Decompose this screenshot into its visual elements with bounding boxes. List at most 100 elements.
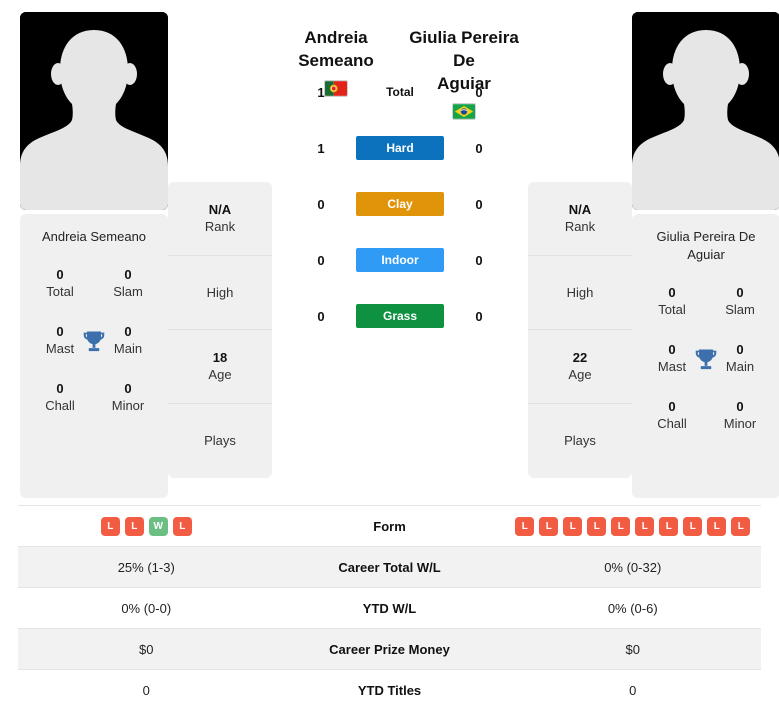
- left-honour-chall-value: 0: [56, 381, 64, 396]
- right-info-plays-label: Plays: [564, 433, 596, 448]
- left-career-prize-money: $0: [139, 641, 154, 657]
- right-info-rank: N/A Rank: [528, 182, 632, 256]
- right-info-rank-label: Rank: [564, 219, 596, 234]
- right-career-total-wl: 0% (0-32): [604, 559, 662, 575]
- trophy-icon-glyph: [695, 349, 717, 370]
- stats-row-form: LLWL Form LLLLLLLLLL: [18, 506, 761, 547]
- left-ytd-titles: 0: [142, 683, 150, 698]
- left-honour-minor: 0 Minor: [94, 380, 162, 415]
- form-badge-l[interactable]: L: [539, 516, 559, 536]
- h2h-row-grass: 0 Grass 0: [310, 302, 490, 330]
- right-honours-grid: 0 Total 0 Slam 0 Mast 0 Main 0 Chall 0 M…: [638, 284, 774, 433]
- left-honour-slam-value: 0: [124, 267, 132, 282]
- h2h-row-hard: 1 Hard 0: [310, 134, 490, 162]
- right-honour-slam-label: Slam: [725, 302, 755, 317]
- form-badge-l[interactable]: L: [659, 516, 679, 536]
- right-info-age-value: 22: [572, 350, 588, 365]
- form-badge-l[interactable]: L: [731, 516, 751, 536]
- right-ytd-titles: 0: [629, 683, 637, 698]
- h2h-hard-label[interactable]: Hard: [356, 136, 444, 160]
- form-badge-l[interactable]: L: [707, 516, 727, 536]
- form-badge-l[interactable]: L: [172, 516, 192, 536]
- left-honour-minor-label: Minor: [111, 398, 145, 413]
- right-info-rank-value: N/A: [568, 202, 592, 217]
- h2h-row-indoor: 0 Indoor 0: [310, 246, 490, 274]
- player-silhouette-icon: [632, 12, 779, 210]
- h2h-row-clay: 0 Clay 0: [310, 190, 490, 218]
- comparison-top-section: Andreia Semeano 0 Total 0 Slam 0 Mast 0 …: [0, 0, 779, 498]
- form-badge-l[interactable]: L: [611, 516, 631, 536]
- left-honour-minor-value: 0: [124, 381, 132, 396]
- h2h-total-right-score: 0: [475, 84, 483, 100]
- left-honour-slam-label: Slam: [113, 284, 143, 299]
- left-info-plays: Plays: [168, 404, 272, 478]
- h2h-total-label: Total: [386, 85, 414, 99]
- left-player-honours-card: Andreia Semeano 0 Total 0 Slam 0 Mast 0 …: [20, 214, 168, 498]
- right-honour-minor-label: Minor: [723, 416, 757, 431]
- left-info-age-value: 18: [212, 350, 228, 365]
- right-honour-minor-value: 0: [736, 399, 744, 414]
- form-badge-l[interactable]: L: [587, 516, 607, 536]
- head-to-head-section: Andreia Semeano Giulia Pereira De Aguiar: [272, 12, 528, 330]
- form-badge-l[interactable]: L: [515, 516, 535, 536]
- left-player-photo[interactable]: [20, 12, 168, 210]
- left-form-cell: LLWL: [18, 516, 275, 536]
- h2h-indoor-label[interactable]: Indoor: [356, 248, 444, 272]
- stats-row-career-total-wl: 25% (1-3) Career Total W/L 0% (0-32): [18, 547, 761, 588]
- left-player-name: Andreia Semeano: [272, 26, 400, 72]
- form-badge-l[interactable]: L: [563, 516, 583, 536]
- right-info-plays: Plays: [528, 404, 632, 478]
- stats-row-ytd-wl: 0% (0-0) YTD W/L 0% (0-6): [18, 588, 761, 629]
- right-info-high: High: [528, 256, 632, 330]
- right-info-age: 22 Age: [528, 330, 632, 404]
- left-honours-grid: 0 Total 0 Slam 0 Mast 0 Main 0 Chall 0 M…: [26, 266, 162, 415]
- trophy-icon-glyph: [83, 331, 105, 352]
- left-info-high: High: [168, 256, 272, 330]
- h2h-hard-right-score: 0: [475, 140, 483, 156]
- right-player-honours-card: Giulia Pereira De Aguiar 0 Total 0 Slam …: [632, 214, 779, 498]
- left-info-rank-value: N/A: [208, 202, 232, 217]
- right-honour-chall-label: Chall: [657, 416, 687, 431]
- player-comparison-page: Andreia Semeano 0 Total 0 Slam 0 Mast 0 …: [0, 0, 779, 719]
- left-honour-slam: 0 Slam: [94, 266, 162, 301]
- right-honour-minor: 0 Minor: [706, 398, 774, 433]
- left-honour-total-value: 0: [56, 267, 64, 282]
- right-career-prize-money: $0: [625, 641, 640, 657]
- left-player-name-line1: Andreia: [304, 28, 368, 47]
- right-player-column: Giulia Pereira De Aguiar 0 Total 0 Slam …: [632, 12, 779, 498]
- right-honour-slam: 0 Slam: [706, 284, 774, 319]
- h2h-grass-right-score: 0: [475, 308, 483, 324]
- left-honours-title: Andreia Semeano: [41, 229, 147, 244]
- left-player-info-card: N/A Rank High 18 Age Plays: [168, 182, 272, 478]
- left-career-total-wl: 25% (1-3): [117, 559, 175, 575]
- right-honour-chall-value: 0: [668, 399, 676, 414]
- form-badge-l[interactable]: L: [100, 516, 120, 536]
- h2h-clay-right-score: 0: [475, 196, 483, 212]
- right-info-age-label: Age: [568, 367, 592, 382]
- h2h-grass-left-score: 0: [317, 308, 325, 324]
- right-info-high-label: High: [566, 284, 594, 300]
- h2h-grass-label[interactable]: Grass: [356, 304, 444, 328]
- left-info-rank: N/A Rank: [168, 182, 272, 256]
- trophy-icon: [80, 328, 108, 356]
- right-honour-total-label: Total: [658, 302, 686, 317]
- right-player-name-line1: Giulia Pereira De: [409, 28, 519, 70]
- right-player-photo[interactable]: [632, 12, 779, 210]
- h2h-clay-label[interactable]: Clay: [356, 192, 444, 216]
- right-honour-total-value: 0: [668, 285, 676, 300]
- stats-label-ytd-titles: YTD Titles: [357, 683, 422, 698]
- left-honour-total: 0 Total: [26, 266, 94, 301]
- form-badge-w[interactable]: W: [148, 516, 168, 536]
- left-info-age-label: Age: [208, 367, 232, 382]
- form-badge-l[interactable]: L: [683, 516, 703, 536]
- left-player-column: Andreia Semeano 0 Total 0 Slam 0 Mast 0 …: [20, 12, 168, 498]
- stats-comparison-table: LLWL Form LLLLLLLLLL 25% (1-3) Career To…: [18, 505, 761, 711]
- trophy-icon: [692, 346, 720, 374]
- h2h-row-total: 1 Total 0: [310, 78, 490, 106]
- form-badge-l[interactable]: L: [124, 516, 144, 536]
- head-to-head-bars: 1 Total 0 1 Hard 0 0 Clay 0 0 Indoor 0 0…: [310, 78, 490, 330]
- form-badge-l[interactable]: L: [635, 516, 655, 536]
- left-form-list: LLWL: [18, 516, 275, 536]
- left-honour-total-label: Total: [46, 284, 74, 299]
- left-info-high-label: High: [206, 284, 234, 300]
